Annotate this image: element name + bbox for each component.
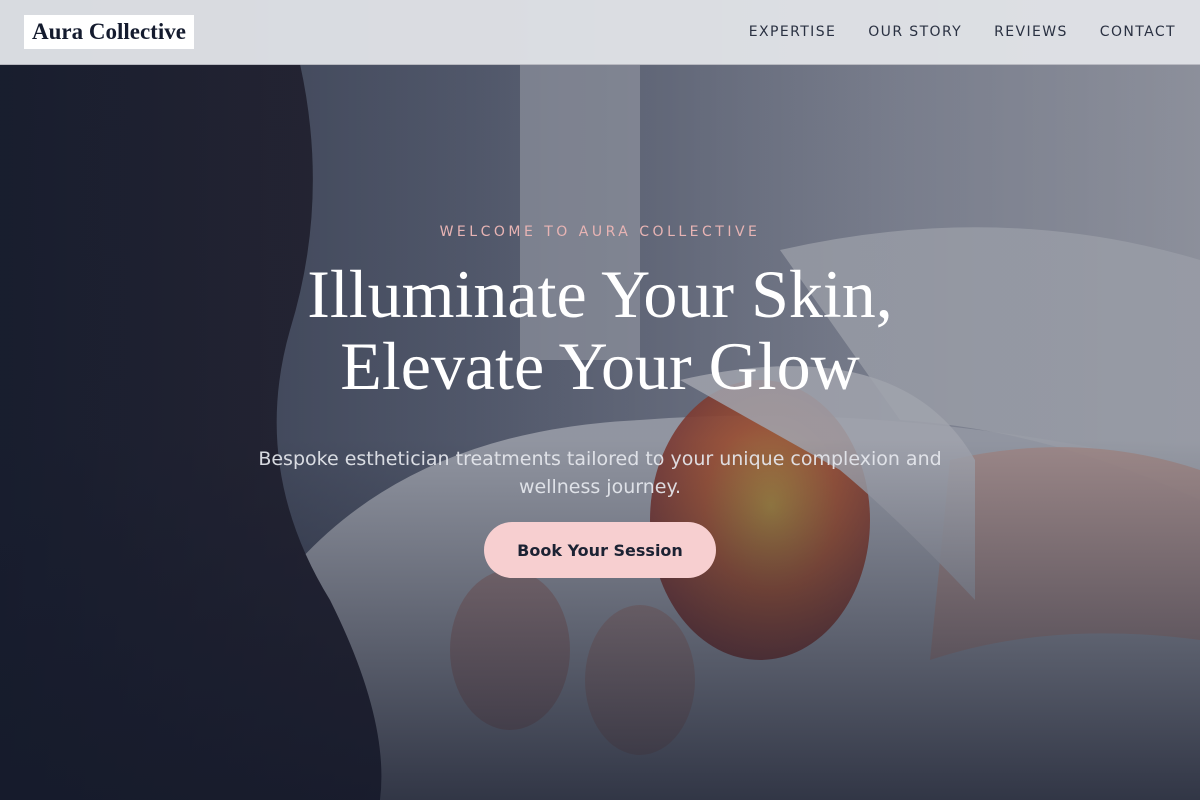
landing-page: Aura Collective EXPERTISE OUR STORY REVI…	[0, 0, 1200, 800]
hero-eyebrow: WELCOME TO AURA COLLECTIVE	[439, 224, 761, 240]
nav-link-contact[interactable]: CONTACT	[1100, 24, 1176, 40]
nav-link-expertise[interactable]: EXPERTISE	[749, 24, 836, 40]
hero-headline: Illuminate Your Skin, Elevate Your Glow	[200, 258, 1000, 402]
hero-headline-line-2: Elevate Your Glow	[340, 328, 860, 404]
main-nav: EXPERTISE OUR STORY REVIEWS CONTACT	[749, 0, 1176, 64]
hero-headline-line-1: Illuminate Your Skin,	[307, 256, 893, 332]
site-header: Aura Collective EXPERTISE OUR STORY REVI…	[0, 0, 1200, 65]
book-session-button[interactable]: Book Your Session	[484, 522, 716, 578]
hero-subheadline: Bespoke esthetician treatments tailored …	[258, 448, 942, 498]
nav-link-our-story[interactable]: OUR STORY	[868, 24, 962, 40]
nav-link-reviews[interactable]: REVIEWS	[994, 24, 1068, 40]
brand-logo[interactable]: Aura Collective	[24, 15, 194, 49]
